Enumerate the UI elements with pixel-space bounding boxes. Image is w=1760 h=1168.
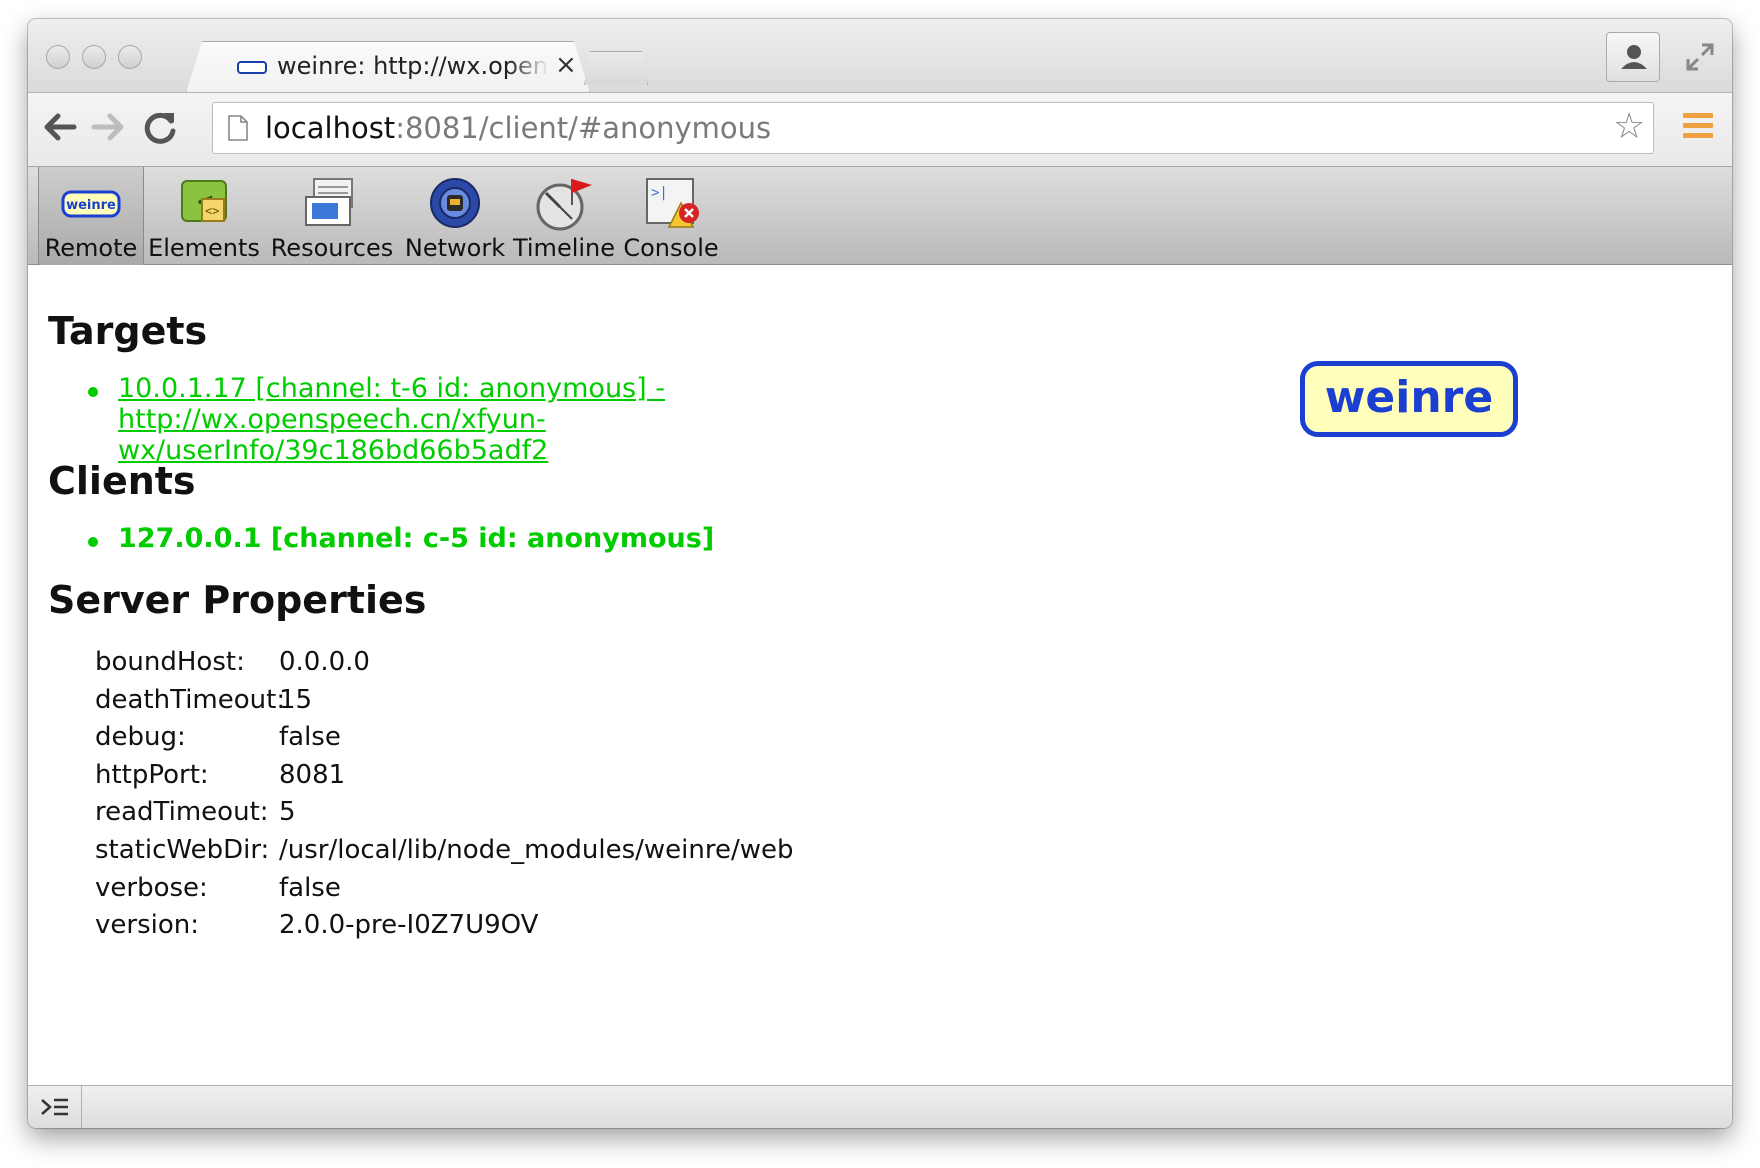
- forward-arrow-icon: [91, 113, 124, 141]
- navigation-bar: localhost:8081/client/#anonymous ☆: [28, 92, 1732, 166]
- inspector-toolbar: weinre Remote < <> Elements Resources: [28, 166, 1732, 265]
- minimize-window-button[interactable]: [82, 45, 106, 69]
- targets-heading: Targets: [48, 309, 208, 353]
- svg-text:>|: >|: [651, 185, 668, 201]
- toolbar-network-button[interactable]: Network: [400, 167, 510, 265]
- target-bullet: [88, 387, 98, 397]
- profile-button[interactable]: [1606, 32, 1660, 82]
- bookmark-star-icon[interactable]: ☆: [1613, 109, 1645, 145]
- property-value: 2.0.0-pre-I0Z7U9OV: [279, 910, 539, 941]
- svg-text:<>: <>: [205, 204, 219, 218]
- target-link-line1: 10.0.1.17 [channel: t-6 id: anonymous] -…: [118, 373, 665, 435]
- toolbar-resources-label: Resources: [270, 234, 394, 262]
- property-key: verbose:: [95, 872, 208, 903]
- property-value: /usr/local/lib/node_modules/weinre/web: [279, 834, 794, 865]
- status-bar: [28, 1085, 1732, 1128]
- reload-button[interactable]: [140, 107, 180, 147]
- client-link[interactable]: 127.0.0.1 [channel: c-5 id: anonymous]: [118, 523, 714, 554]
- elements-icon: < <>: [181, 180, 227, 222]
- toolbar-console-label: Console: [623, 234, 719, 262]
- person-icon: [1621, 45, 1647, 69]
- property-key: readTimeout:: [95, 797, 269, 828]
- network-icon: [430, 178, 480, 228]
- property-key: staticWebDir:: [95, 834, 270, 865]
- client-bullet: [88, 537, 98, 547]
- url-text[interactable]: localhost:8081/client/#anonymous: [265, 111, 771, 145]
- remote-panel: Targets 10.0.1.17 [channel: t-6 id: anon…: [28, 265, 1732, 1085]
- toolbar-network-label: Network: [404, 234, 506, 262]
- new-tab-button[interactable]: [584, 51, 648, 85]
- tab-close-icon[interactable]: ×: [555, 50, 577, 80]
- tab-title: weinre: http://wx.openspeech.cn/xfyun-wx…: [277, 52, 549, 80]
- property-key: debug:: [95, 722, 186, 753]
- close-window-button[interactable]: [46, 45, 70, 69]
- title-bar: weinre: http://wx.openspeech.cn/xfyun-wx…: [28, 19, 1732, 92]
- toolbar-console-button[interactable]: >| Console: [618, 167, 724, 265]
- clients-heading: Clients: [48, 459, 196, 503]
- browser-window: weinre: http://wx.openspeech.cn/xfyun-wx…: [28, 19, 1732, 1128]
- resources-icon: [305, 178, 353, 226]
- console-drawer-icon: [41, 1098, 68, 1116]
- forward-button[interactable]: [88, 107, 128, 147]
- property-key: deathTimeout:: [95, 684, 286, 715]
- property-key: httpPort:: [95, 759, 209, 790]
- property-value: 5: [279, 797, 296, 828]
- url-host: localhost: [265, 111, 396, 145]
- browser-tab[interactable]: weinre: http://wx.openspeech.cn/xfyun-wx…: [186, 41, 590, 93]
- console-toggle-button[interactable]: [28, 1086, 82, 1128]
- back-arrow-icon: [44, 113, 77, 141]
- toolbar-timeline-label: Timeline: [512, 234, 616, 262]
- page-icon: [228, 115, 248, 141]
- toolbar-remote-label: Remote: [44, 234, 138, 262]
- toolbar-elements-label: Elements: [148, 234, 260, 262]
- toolbar-resources-button[interactable]: Resources: [264, 167, 400, 265]
- property-value: false: [279, 722, 341, 753]
- weinre-favicon-icon: [237, 61, 267, 74]
- url-path: :8081/client/#anonymous: [395, 111, 772, 145]
- address-bar[interactable]: localhost:8081/client/#anonymous ☆: [212, 102, 1654, 154]
- toolbar-remote-button[interactable]: weinre Remote: [38, 167, 144, 265]
- fullscreen-arrows-icon: [1686, 43, 1714, 71]
- property-value: false: [279, 872, 341, 903]
- weinre-logo: weinre: [1300, 361, 1518, 437]
- property-value: 0.0.0.0: [279, 647, 370, 677]
- chrome-menu-icon[interactable]: [1683, 113, 1713, 143]
- server-properties-heading: Server Properties: [48, 578, 427, 622]
- zoom-window-button[interactable]: [118, 45, 142, 69]
- property-key: boundHost:: [95, 647, 245, 677]
- fullscreen-button[interactable]: [1684, 41, 1716, 73]
- back-button[interactable]: [40, 107, 80, 147]
- svg-text:weinre: weinre: [66, 198, 116, 213]
- property-key: version:: [95, 910, 199, 941]
- toolbar-elements-button[interactable]: < <> Elements: [144, 167, 264, 265]
- weinre-icon: weinre: [61, 190, 121, 218]
- timeline-icon: [536, 179, 592, 231]
- reload-icon: [144, 112, 176, 144]
- property-value: 8081: [279, 759, 346, 790]
- console-icon: >|: [646, 178, 699, 228]
- target-link[interactable]: 10.0.1.17 [channel: t-6 id: anonymous] -…: [118, 373, 1048, 466]
- property-value: 15: [279, 684, 313, 715]
- toolbar-timeline-button[interactable]: Timeline: [510, 167, 618, 265]
